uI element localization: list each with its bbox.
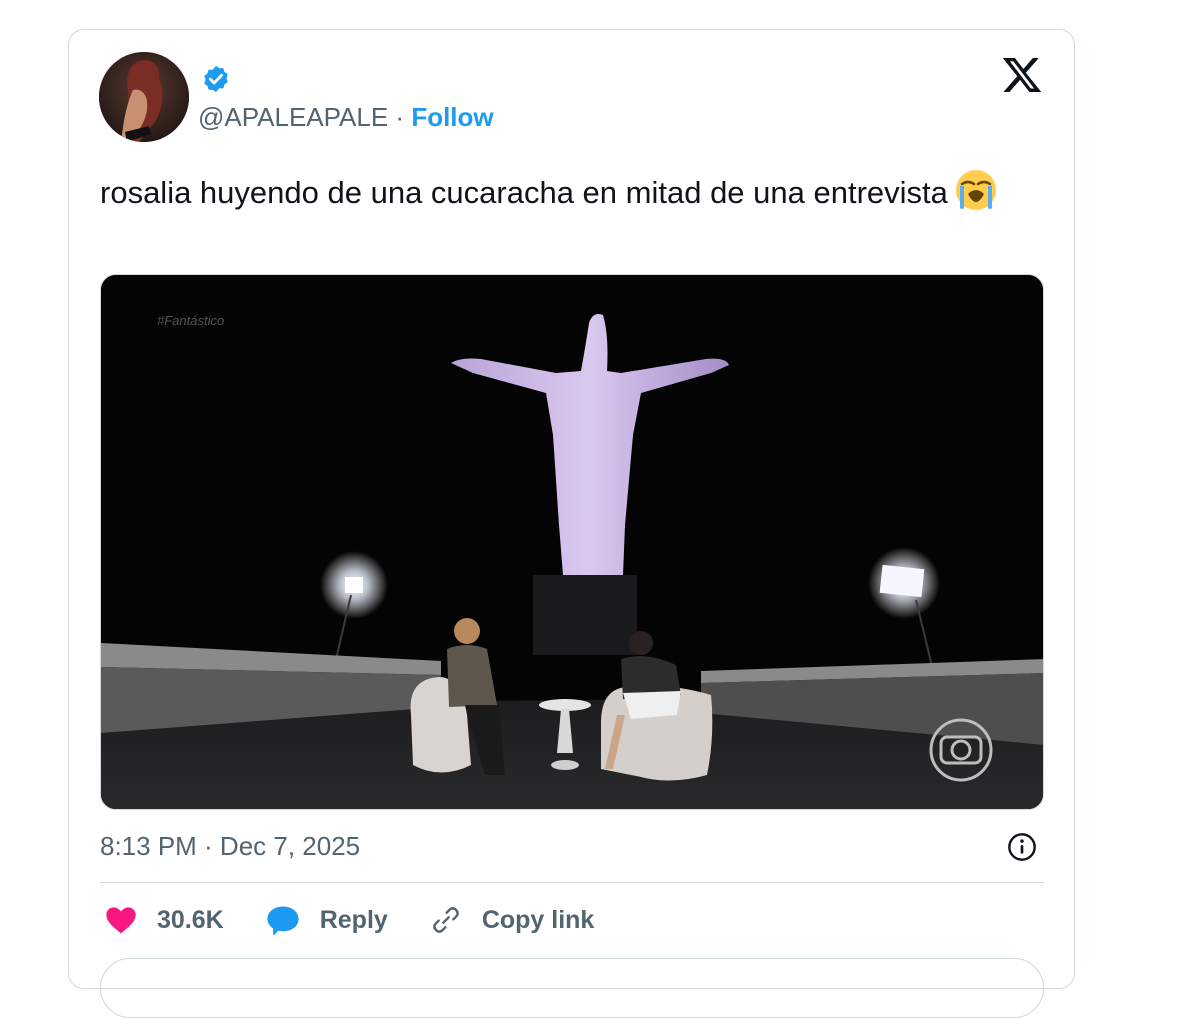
x-logo-icon[interactable] xyxy=(1001,54,1043,96)
loudly-crying-face-icon xyxy=(954,168,998,212)
read-replies-button[interactable] xyxy=(100,958,1044,1018)
author-line: @APALEAPALE · Follow xyxy=(198,102,494,132)
info-icon[interactable] xyxy=(1006,831,1038,863)
tweet-meta-row: 8:13 PM · Dec 7, 2025 xyxy=(100,830,1044,862)
video-watermark: #Fantástico xyxy=(157,313,224,328)
user-handle[interactable]: @APALEAPALE xyxy=(198,102,388,132)
tweet-video[interactable]: #Fantástico xyxy=(100,274,1044,810)
tweet-actions: 30.6K Reply Copy link xyxy=(105,902,636,938)
reply-button[interactable]: Reply xyxy=(266,904,388,936)
avatar[interactable] xyxy=(99,52,189,142)
heart-icon xyxy=(106,907,136,934)
link-icon xyxy=(432,907,459,933)
follow-button[interactable]: Follow xyxy=(411,102,493,132)
like-button[interactable]: 30.6K xyxy=(105,905,224,935)
copy-link-label: Copy link xyxy=(481,905,595,934)
embedded-tweet-card: @APALEAPALE · Follow rosalia huyendo de … xyxy=(68,29,1075,1018)
speech-bubble-icon xyxy=(267,906,299,935)
tweet-body: rosalia huyendo de una cucaracha en mita… xyxy=(100,175,948,210)
tweet-timestamp[interactable]: 8:13 PM · Dec 7, 2025 xyxy=(100,830,360,862)
verified-badge-icon xyxy=(201,64,231,94)
separator: · xyxy=(388,102,412,132)
like-count: 30.6K xyxy=(157,905,224,934)
divider xyxy=(100,882,1044,883)
copy-link-button[interactable]: Copy link xyxy=(430,904,595,936)
tweet-text: rosalia huyendo de una cucaracha en mita… xyxy=(100,168,1030,215)
reply-label: Reply xyxy=(319,905,388,934)
